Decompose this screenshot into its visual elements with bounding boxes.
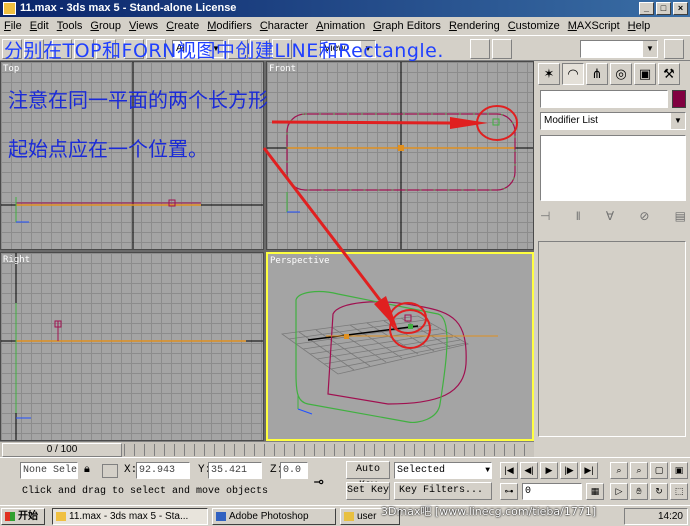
y-coordinate-field[interactable]: 35.421 [208,462,262,479]
menu-character[interactable]: Character [256,17,312,35]
display-tab-icon[interactable]: ▣ [634,63,656,85]
folder-icon [344,512,354,521]
key-icon[interactable]: ⊸ [314,472,324,492]
menu-rendering[interactable]: Rendering [445,17,504,35]
task-photoshop[interactable]: Adobe Photoshop [212,508,336,525]
system-tray: 14:20 [624,508,688,525]
lock-selection-icon[interactable]: 🔒︎ [84,464,90,476]
app-icon [56,512,66,521]
snap-percent-icon[interactable] [470,39,490,59]
menu-group[interactable]: Group [86,17,125,35]
auto-key-button[interactable]: Auto Key [346,461,390,491]
menu-bar: File Edit Tools Group Views Create Modif… [0,17,690,35]
viewport-area: Top Front Right Perspective [0,61,534,441]
spinner-snap-icon[interactable] [492,39,512,59]
menu-file[interactable]: File [0,17,26,35]
app-icon [3,2,16,15]
stack-tools: ⊣ ‖ ∀ ⊘ ▤ [540,205,686,227]
zoom-extents-icon[interactable]: ▢ [650,462,668,479]
key-mode-icon[interactable]: ⊶ [500,483,518,500]
time-config-icon[interactable]: ▦ [586,483,604,500]
menu-views[interactable]: Views [125,17,162,35]
arc-rotate-icon[interactable]: ↻ [650,483,668,500]
start-button[interactable]: 开始 [1,508,45,525]
field-of-view-icon[interactable]: ▷ [610,483,628,500]
modify-tab-icon[interactable]: ◠ [562,63,584,85]
photoshop-icon [216,512,226,521]
menu-create[interactable]: Create [162,17,203,35]
menu-graph-editors[interactable]: Graph Editors [369,17,445,35]
track-bar[interactable] [124,444,532,456]
close-button[interactable]: × [673,2,688,15]
menu-customize[interactable]: Customize [504,17,564,35]
motion-tab-icon[interactable]: ◎ [610,63,632,85]
menu-edit[interactable]: Edit [26,17,53,35]
time-slider[interactable]: 0 / 100 [2,443,122,457]
chevron-down-icon: ▼ [643,41,657,57]
previous-frame-icon[interactable]: ◀| [520,462,538,479]
show-end-result-icon[interactable]: ‖ [576,209,581,223]
timeline: 0 / 100 [0,441,534,457]
create-tab-icon[interactable]: ✶ [538,63,560,85]
next-frame-icon[interactable]: |▶ [560,462,578,479]
absolute-mode-icon[interactable] [102,464,118,478]
status-bar: None Sele 🔒︎ X: 92.943 Y: 35.421 Z: 0.0 … [0,457,690,505]
window-title: 11.max - 3ds max 5 - Stand-alone License [20,2,237,14]
object-color-swatch[interactable] [672,90,686,108]
object-name-field[interactable] [540,90,668,108]
chevron-down-icon: ▼ [485,466,490,475]
clock: 14:20 [657,511,683,522]
command-panel: ✶ ◠ ⋔ ◎ ▣ ⚒ Modifier List ▼ ⊣ ‖ ∀ ⊘ ▤ [534,61,690,441]
z-coordinate-field[interactable]: 0.0 [280,462,308,479]
viewport-label[interactable]: Perspective [270,256,330,266]
pan-icon[interactable]: ✋︎ [630,483,648,500]
configure-sets-icon[interactable]: ▤ [675,209,686,223]
viewport-front[interactable]: Front [266,61,534,250]
play-icon[interactable]: ▶ [540,462,558,479]
selection-count: None Sele [20,462,78,479]
modifier-stack[interactable] [540,135,686,201]
maximize-button[interactable]: □ [656,2,671,15]
menu-animation[interactable]: Animation [312,17,369,35]
zoom-extents-all-icon[interactable]: ▣ [670,462,688,479]
chevron-down-icon: ▼ [671,113,685,129]
title-bar: 11.max - 3ds max 5 - Stand-alone License… [0,0,690,17]
maximize-viewport-icon[interactable]: ⬚ [670,483,688,500]
minimize-button[interactable]: _ [639,2,654,15]
pin-stack-icon[interactable]: ⊣ [540,209,550,223]
menu-modifiers[interactable]: Modifiers [203,17,256,35]
remove-modifier-icon[interactable]: ⊘ [639,209,649,223]
utilities-tab-icon[interactable]: ⚒ [658,63,680,85]
viewport-right[interactable]: Right [0,252,264,441]
viewport-perspective[interactable]: Perspective [266,252,534,441]
annotation-line-1: 分别在TOP和FORN视图中创建LINE和Rectangle. [4,40,444,62]
current-frame-field[interactable]: 0 [522,483,582,500]
menu-maxscript[interactable]: MAXScript [564,17,624,35]
zoom-icon[interactable]: ⌕ [610,462,628,479]
prompt-line: Click and drag to select and move object… [22,486,269,497]
set-key-button[interactable]: Set Key [346,482,390,500]
viewport-label[interactable]: Top [3,64,19,74]
key-selection-select[interactable]: Selected ▼ [394,462,492,479]
parameters-rollout [538,241,686,437]
annotation-line-3: 起始点应在一个位置。 [8,137,208,161]
annotation-line-2: 注意在同一平面的两个长方形 [8,88,268,112]
goto-end-icon[interactable]: ▶| [580,462,598,479]
zoom-all-icon[interactable]: ⌕ [630,462,648,479]
hierarchy-tab-icon[interactable]: ⋔ [586,63,608,85]
modifier-list-select[interactable]: Modifier List ▼ [540,112,686,130]
menu-help[interactable]: Help [624,17,655,35]
goto-start-icon[interactable]: |◀ [500,462,518,479]
x-coordinate-field[interactable]: 92.943 [136,462,190,479]
key-filters-button[interactable]: Key Filters... [394,482,492,500]
menu-tools[interactable]: Tools [53,17,87,35]
named-selection-select[interactable]: ▼ [580,40,658,58]
viewport-label[interactable]: Front [269,64,296,74]
watermark: 3Dmax吧 [www.linecg.com/tieba/1771] [381,505,597,518]
mirror-icon[interactable] [664,39,684,59]
make-unique-icon[interactable]: ∀ [606,209,614,223]
task-3dsmax[interactable]: 11.max - 3ds max 5 - Sta... [52,508,208,525]
viewport-label[interactable]: Right [3,255,30,265]
